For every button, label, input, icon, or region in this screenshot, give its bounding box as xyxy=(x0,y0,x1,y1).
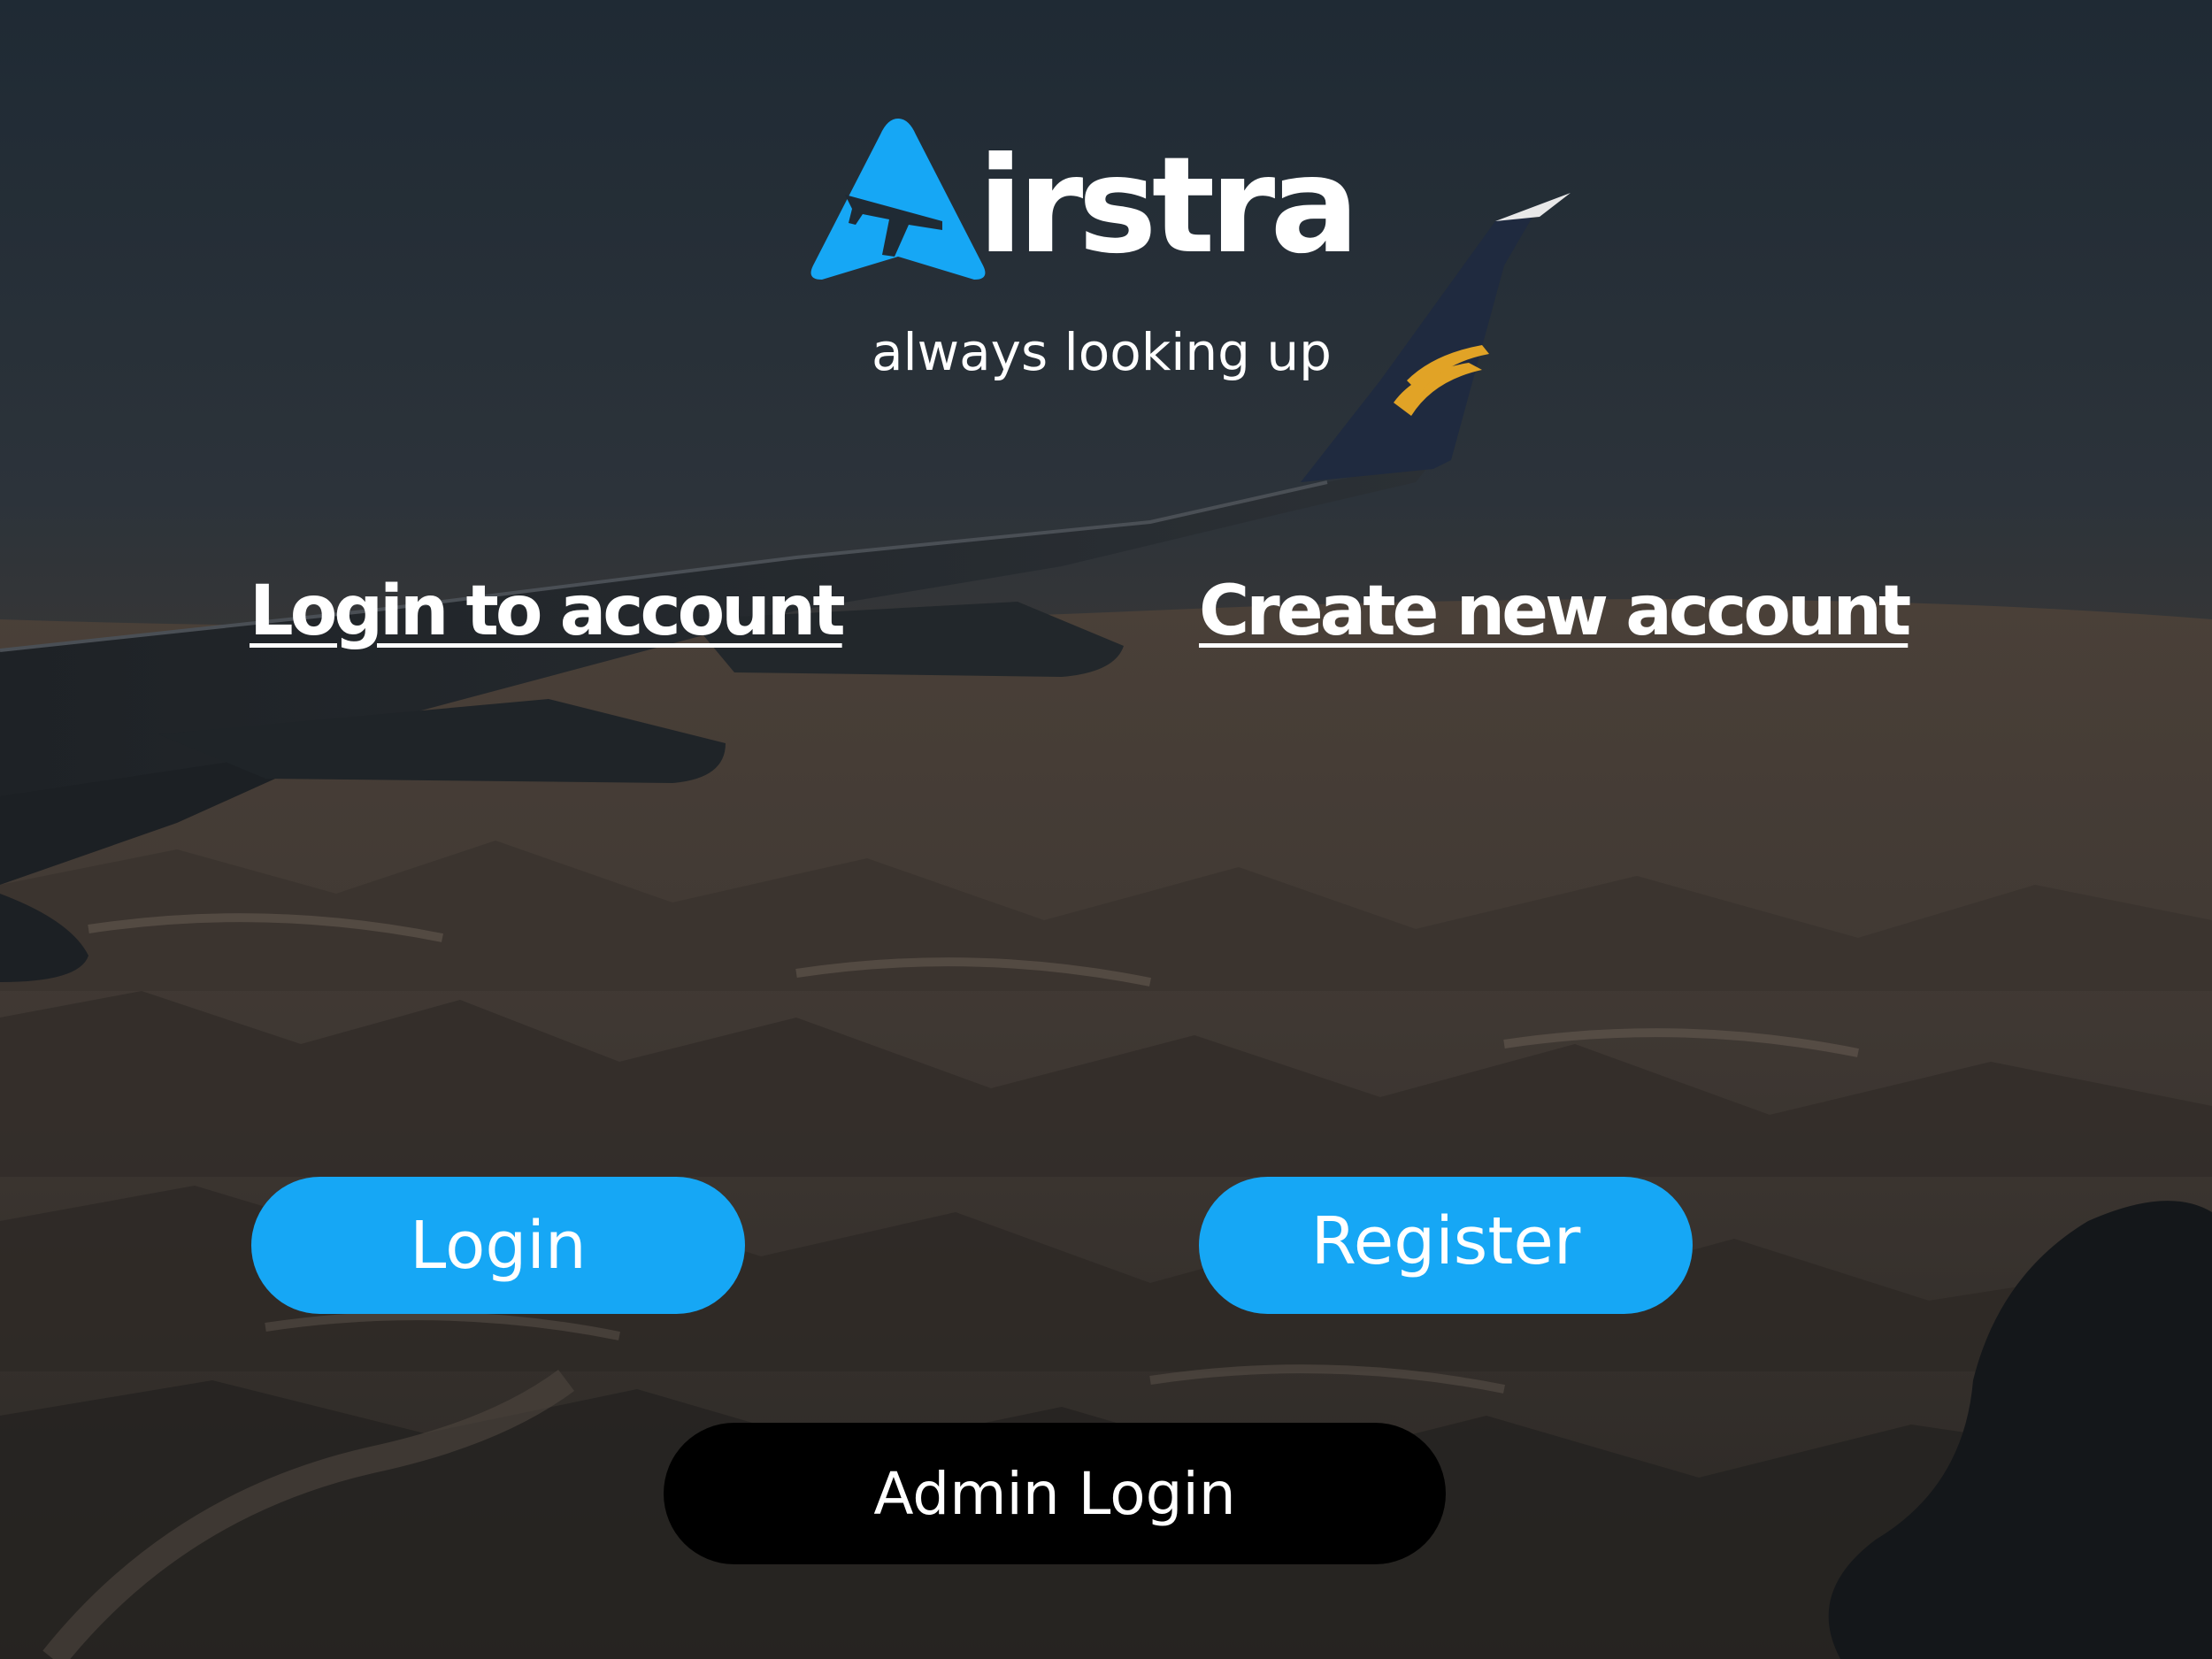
login-to-account-link[interactable]: Login to account xyxy=(250,563,846,660)
admin-login-button[interactable]: Admin Login xyxy=(664,1423,1446,1564)
login-button[interactable]: Login xyxy=(251,1177,745,1314)
brand-logo: irstra xyxy=(810,115,1376,292)
register-button[interactable]: Register xyxy=(1199,1177,1693,1314)
brand-name: irstra xyxy=(978,129,1360,283)
tagline: always looking up xyxy=(872,322,1332,382)
login-screen: irstra always looking up Login to accoun… xyxy=(0,0,2212,1659)
create-new-account-link[interactable]: Create new account xyxy=(1199,563,1911,660)
airplane-triangle-icon xyxy=(810,119,986,280)
